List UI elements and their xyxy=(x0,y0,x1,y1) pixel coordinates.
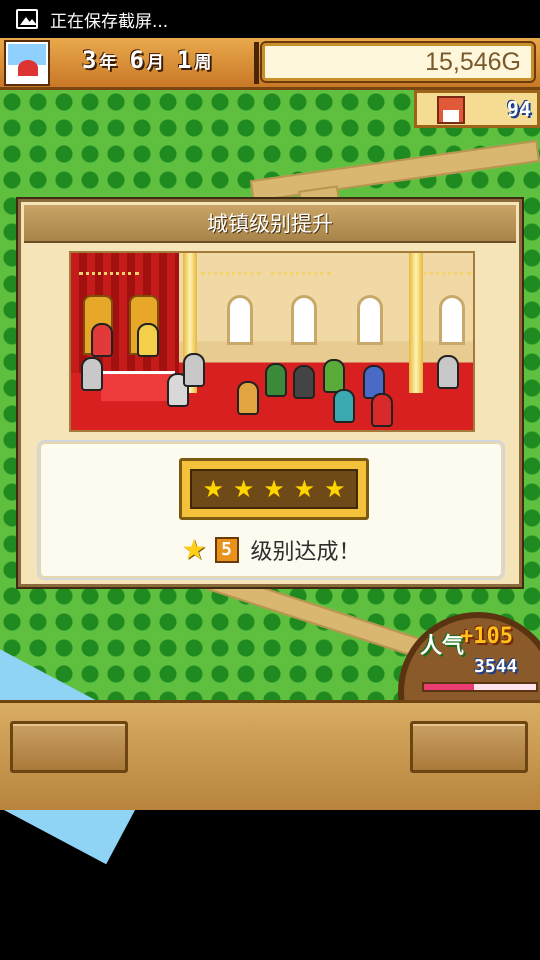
level-message-box: ★ ★ ★ ★ ★ ★ 5 级别达成！ xyxy=(37,440,505,580)
month-value: 6 xyxy=(129,46,144,74)
rating-star-icon: ★ xyxy=(202,475,224,503)
adventurer-character xyxy=(333,389,355,423)
window-arch xyxy=(439,295,465,345)
adventurer-character xyxy=(323,359,345,393)
level-badge: 5 xyxy=(214,537,239,563)
star-rating: ★ ★ ★ ★ ★ xyxy=(190,469,358,509)
resident-count: 94 xyxy=(506,97,531,121)
popularity-bar xyxy=(422,682,538,692)
queen-character xyxy=(137,323,159,357)
chandelier xyxy=(201,257,261,275)
right-menu-button[interactable] xyxy=(410,721,528,773)
top-hud: 3 年 6 月 1 周 15,546G xyxy=(0,38,540,90)
throne-room-illustration xyxy=(69,251,475,432)
knight-character xyxy=(437,355,459,389)
adventurer-character xyxy=(371,393,393,427)
popularity-bar-fill xyxy=(424,684,475,690)
chandelier xyxy=(271,257,331,275)
dirt-road xyxy=(249,139,540,203)
chandelier xyxy=(79,257,139,275)
king-character xyxy=(91,323,113,357)
year-unit: 年 xyxy=(99,53,117,73)
hud-divider xyxy=(254,42,259,84)
carpet-steps xyxy=(101,371,175,401)
knight-character xyxy=(81,357,103,391)
star-rating-frame: ★ ★ ★ ★ ★ xyxy=(179,458,369,520)
level-achieved-text: 级别达成！ xyxy=(250,540,361,565)
window-arch xyxy=(227,295,253,345)
town-portrait-icon[interactable] xyxy=(4,40,50,86)
gold-pillar xyxy=(409,253,423,393)
knight-character xyxy=(183,353,205,387)
status-bar: 正在保存截屏... xyxy=(0,0,540,38)
image-icon xyxy=(16,9,38,29)
rating-star-icon: ★ xyxy=(232,475,255,503)
adventurer-character xyxy=(293,365,315,399)
popularity-gauge: 人气 +105 3544 xyxy=(398,612,540,772)
bottom-menu-panel xyxy=(0,700,540,810)
month-unit: 月 xyxy=(146,53,164,73)
year-value: 3 xyxy=(82,46,97,74)
level-achieved-line: ★ 5 级别达成！ xyxy=(39,534,503,566)
adventurer-character xyxy=(265,363,287,397)
calendar-date: 3 年 6 月 1 周 xyxy=(82,46,221,74)
rating-star-icon: ★ xyxy=(324,475,346,503)
game-screen: 正在保存截屏... 3 年 6 月 1 周 15,546G 94 城镇级别提升 xyxy=(0,0,540,960)
house-icon xyxy=(437,96,465,124)
rating-star-icon: ★ xyxy=(293,475,316,503)
window-arch xyxy=(357,295,383,345)
adventurer-character xyxy=(237,381,259,415)
popularity-label: 人气 xyxy=(420,634,465,659)
week-unit: 周 xyxy=(194,53,212,73)
star-icon: ★ xyxy=(181,533,207,566)
rating-star-icon: ★ xyxy=(263,475,285,503)
gold-counter: 15,546G xyxy=(260,41,536,83)
popularity-increase: +105 xyxy=(460,624,513,649)
popularity-total: 3544 xyxy=(474,656,518,677)
town-level-up-dialog[interactable]: 城镇级别提升 ★ ★ ★ ★ ★ ★ 5 级别达成！ xyxy=(16,197,524,589)
window-arch xyxy=(291,295,317,345)
dialog-title: 城镇级别提升 xyxy=(24,205,516,243)
resident-counter: 94 xyxy=(414,90,540,128)
week-value: 1 xyxy=(176,46,192,74)
left-menu-button[interactable] xyxy=(10,721,128,773)
status-notification: 正在保存截屏... xyxy=(50,11,169,32)
